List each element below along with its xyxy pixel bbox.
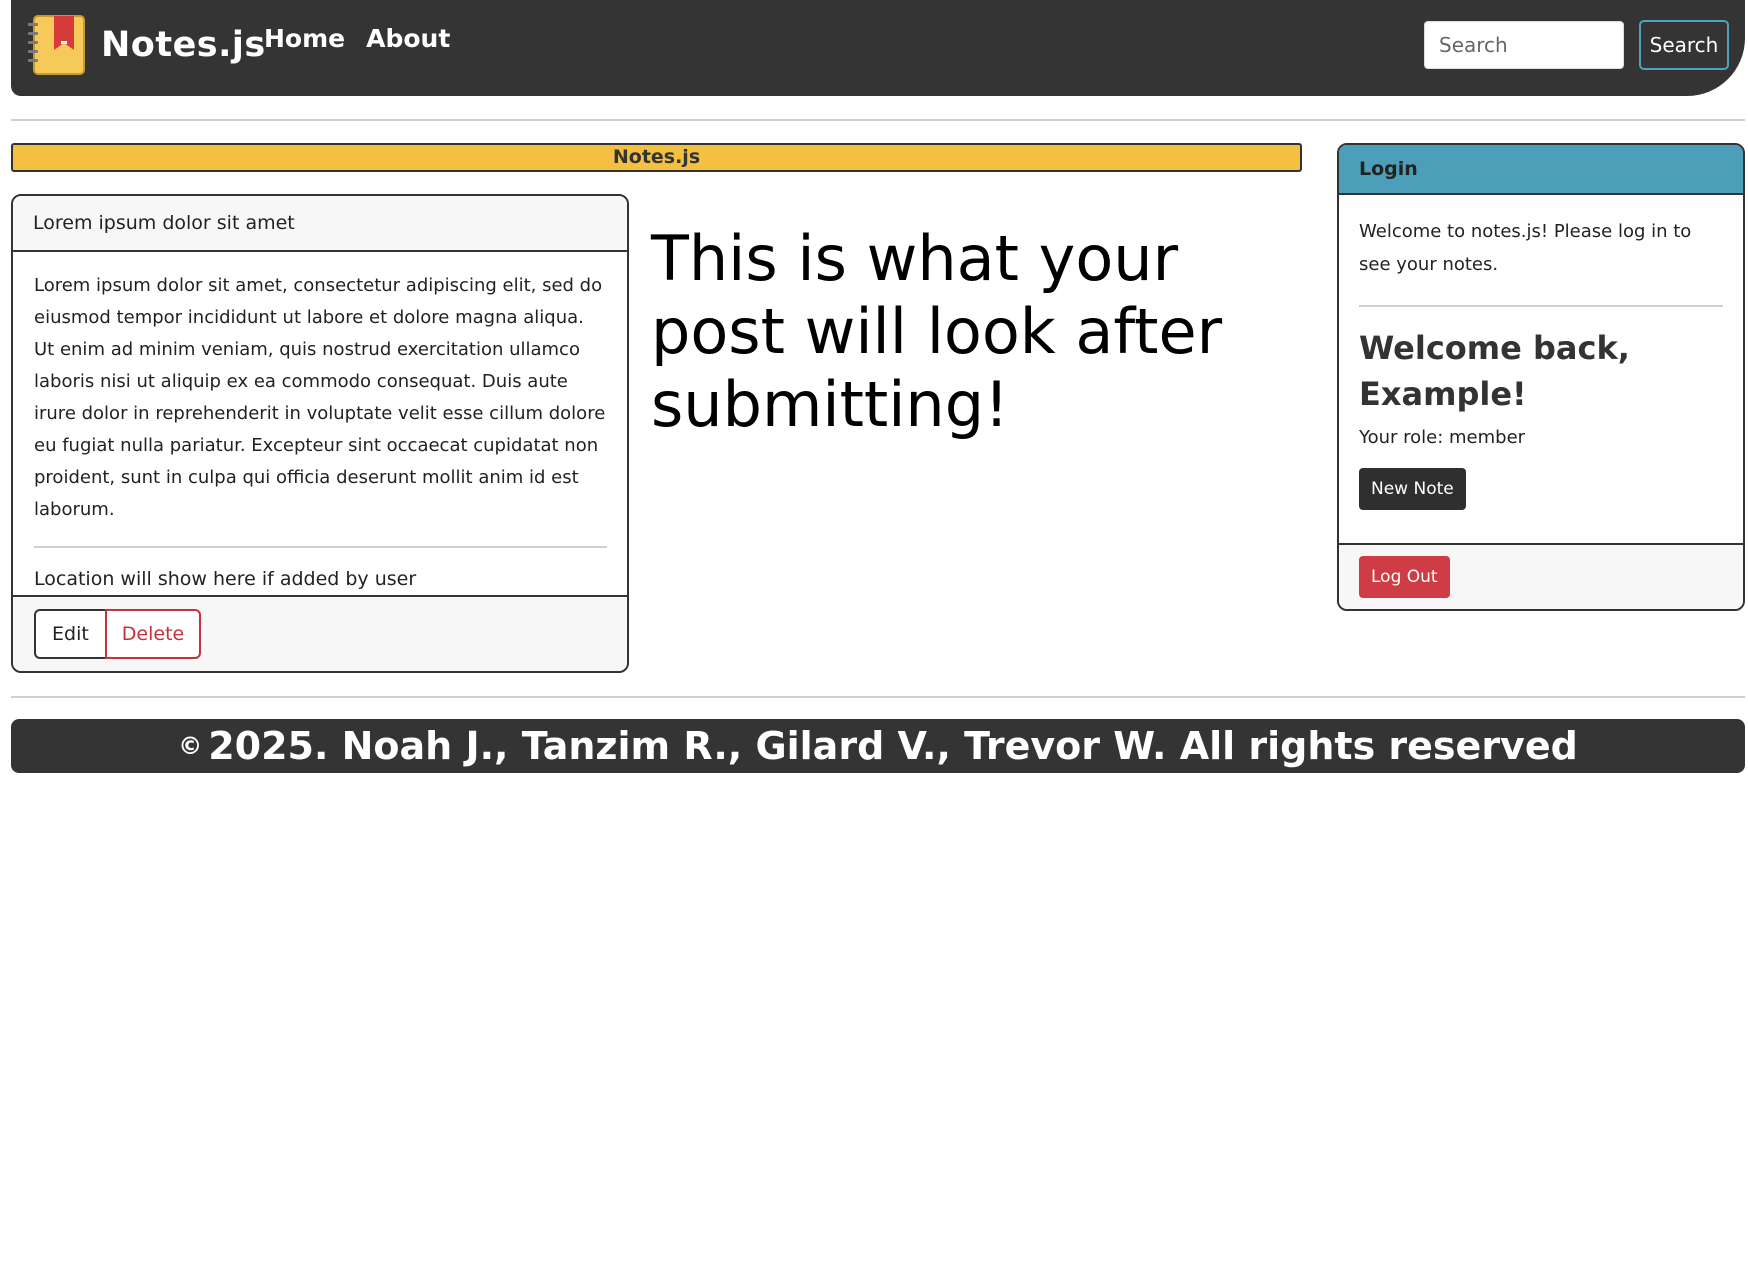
login-body: Welcome to notes.js! Please log in to se…: [1339, 195, 1743, 510]
note-location: Location will show here if added by user: [34, 568, 417, 590]
note-body: Lorem ipsum dolor sit amet, consectetur …: [13, 252, 627, 590]
login-footer: Log Out: [1339, 543, 1743, 609]
nav-link-about[interactable]: About: [366, 24, 450, 53]
welcome-heading: Welcome back, Example!: [1359, 329, 1630, 413]
note-card: Lorem ipsum dolor sit amet Lorem ipsum d…: [11, 194, 629, 673]
login-card: Login Welcome to notes.js! Please log in…: [1337, 143, 1745, 611]
search-input[interactable]: [1424, 21, 1624, 69]
logout-button[interactable]: Log Out: [1359, 556, 1450, 598]
edit-button[interactable]: Edit: [34, 609, 105, 659]
nav-link-home[interactable]: Home: [264, 24, 345, 53]
login-intro: Welcome to notes.js! Please log in to se…: [1359, 221, 1692, 275]
footer-text: 2025. Noah J., Tanzim R., Gilard V., Tre…: [208, 724, 1578, 768]
login-divider: [1359, 305, 1723, 307]
note-title: Lorem ipsum dolor sit amet: [13, 196, 627, 252]
title-bar: Notes.js: [11, 143, 1302, 172]
note-actions: Edit Delete: [34, 609, 606, 659]
delete-button[interactable]: Delete: [104, 609, 202, 659]
site-footer: © 2025. Noah J., Tanzim R., Gilard V., T…: [11, 719, 1745, 773]
note-footer: Edit Delete: [13, 595, 627, 671]
divider-top: [11, 119, 1745, 121]
search-button[interactable]: Search: [1639, 20, 1729, 70]
login-header: Login: [1339, 145, 1743, 195]
brand-name: Notes.js: [101, 25, 266, 65]
role-text: Your role: member: [1359, 427, 1526, 448]
page: Notes.js Home About Search Notes.js Lore…: [0, 0, 1748, 1282]
note-text: Lorem ipsum dolor sit amet, consectetur …: [34, 275, 606, 520]
nav-links: Home About: [264, 24, 450, 53]
copyright-icon: ©: [178, 732, 203, 760]
divider-bottom: [11, 696, 1745, 698]
notebook-icon: [28, 13, 86, 77]
new-note-button[interactable]: New Note: [1359, 468, 1466, 510]
note-divider: [34, 546, 607, 548]
navbar: Notes.js Home About Search: [11, 0, 1745, 96]
preview-heading: This is what your post will look after s…: [651, 222, 1223, 441]
brand[interactable]: Notes.js: [28, 11, 266, 79]
